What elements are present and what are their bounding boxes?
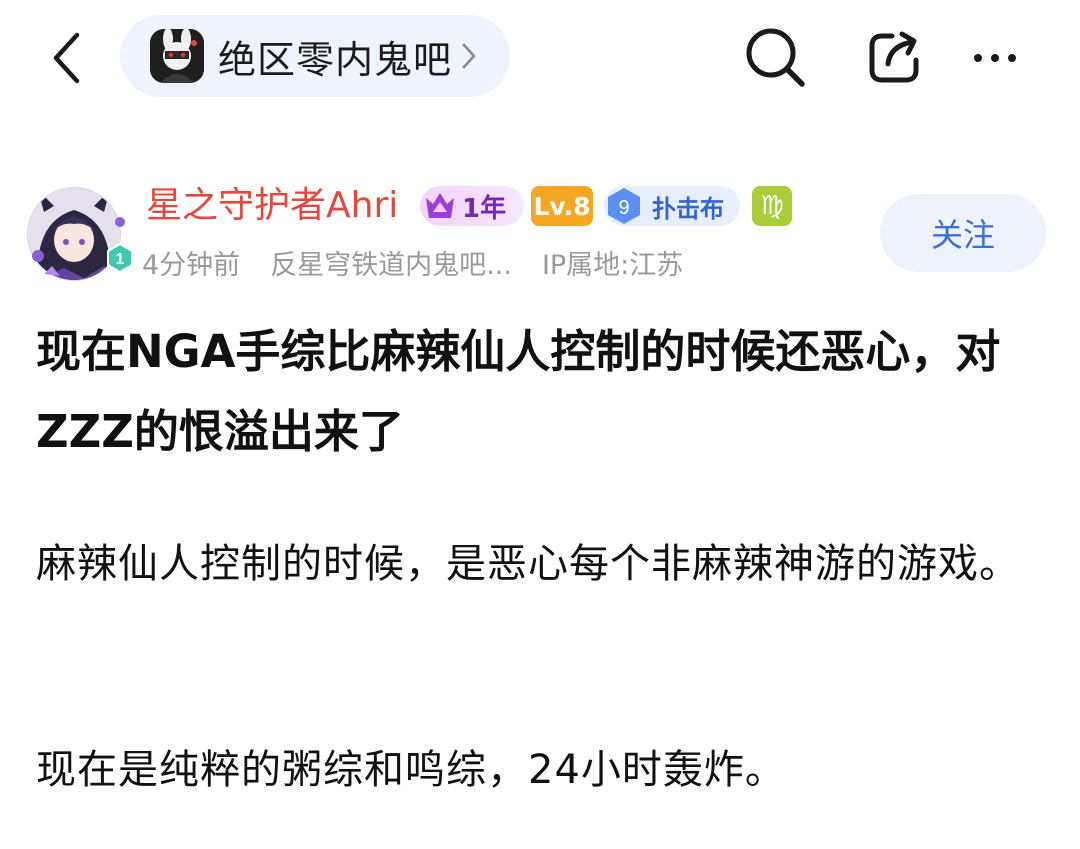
forum-pill[interactable]: 绝区零内鬼吧 bbox=[120, 15, 510, 97]
username[interactable]: 星之守护者Ahri bbox=[146, 182, 398, 230]
chevron-right-icon bbox=[462, 43, 476, 69]
member-years-text: 1年 bbox=[462, 193, 507, 224]
share-icon bbox=[869, 31, 919, 83]
post-paragraph: 现在是纯粹的粥综和鸣综，24小时轰炸。 bbox=[36, 747, 786, 793]
member-years-badge: 1年 bbox=[420, 186, 524, 226]
zodiac-badge: ♍ bbox=[752, 186, 792, 226]
avatar[interactable]: 1 bbox=[24, 182, 133, 290]
post-time: 4分钟前 bbox=[142, 250, 241, 281]
share-button[interactable] bbox=[862, 26, 926, 90]
level-badge: Lv.8 bbox=[531, 186, 593, 226]
post-paragraph: 麻辣仙人控制的时候，是恶心每个非麻辣神游的游戏。 bbox=[36, 541, 1020, 587]
chevron-left-icon bbox=[53, 32, 80, 84]
fan-level-icon: 9 bbox=[608, 188, 640, 224]
follow-button[interactable]: 关注 bbox=[880, 194, 1046, 272]
post-meta: 4分钟前 反星穹铁道内鬼吧... IP属地:江苏 bbox=[142, 246, 713, 286]
fan-badge: 9 扑击布 bbox=[604, 186, 740, 226]
more-icon bbox=[974, 54, 1016, 62]
search-button[interactable] bbox=[742, 24, 808, 90]
post-source[interactable]: 反星穹铁道内鬼吧... bbox=[270, 250, 512, 281]
avatar-level: 1 bbox=[116, 251, 125, 268]
fan-title: 扑击布 bbox=[652, 194, 724, 223]
virgo-icon: ♍ bbox=[760, 191, 784, 221]
search-icon bbox=[746, 28, 805, 87]
forum-logo bbox=[150, 29, 204, 83]
fan-level: 9 bbox=[618, 197, 629, 219]
back-button[interactable] bbox=[44, 28, 88, 88]
more-button[interactable] bbox=[960, 30, 1030, 86]
post-title: 现在NGA手综比麻辣仙人控制的时候还恶心，对ZZZ的恨溢出来了 bbox=[36, 325, 1001, 458]
forum-name: 绝区零内鬼吧 bbox=[218, 37, 453, 82]
crown-icon bbox=[426, 193, 454, 218]
ip-location: IP属地:江苏 bbox=[541, 250, 684, 281]
